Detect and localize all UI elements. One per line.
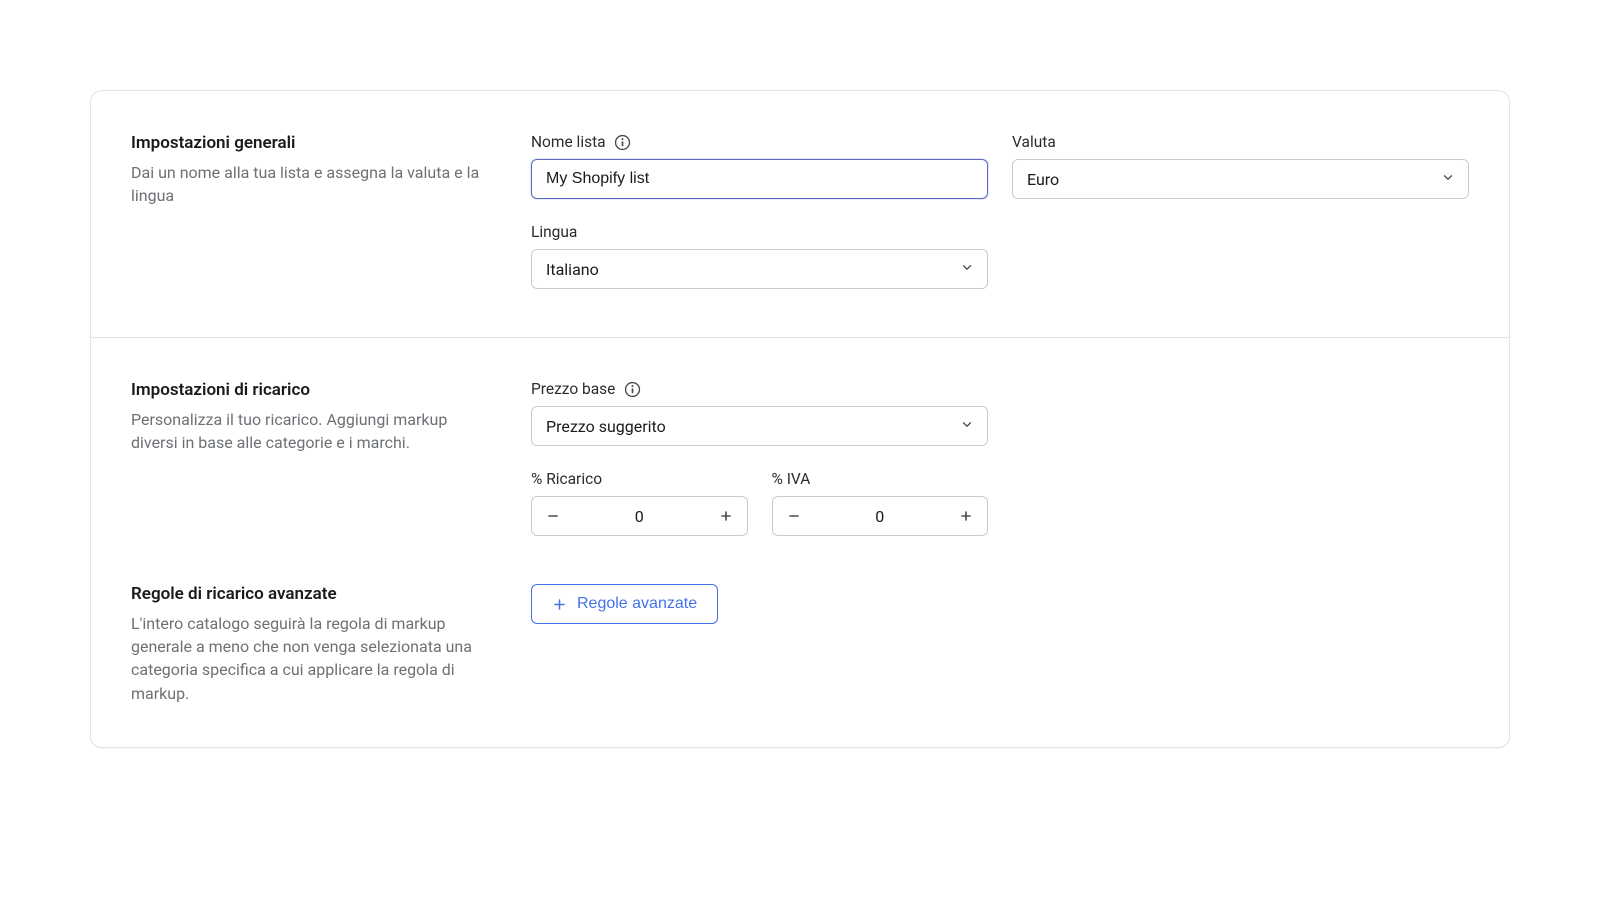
vat-percent-stepper: 0 bbox=[772, 496, 989, 536]
list-name-input[interactable] bbox=[531, 159, 988, 199]
info-icon[interactable] bbox=[614, 133, 632, 151]
info-icon[interactable] bbox=[623, 380, 641, 398]
vat-decrement-button[interactable] bbox=[773, 497, 815, 535]
markup-percent-field: % Ricarico 0 bbox=[531, 470, 748, 536]
base-price-label: Prezzo base bbox=[531, 380, 615, 398]
advanced-rules-section: Regole di ricarico avanzate L'intero cat… bbox=[91, 584, 1509, 747]
general-title: Impostazioni generali bbox=[131, 133, 491, 153]
advanced-title: Regole di ricarico avanzate bbox=[131, 584, 491, 604]
markup-percent-label: % Ricarico bbox=[531, 470, 602, 488]
advanced-rules-button[interactable]: Regole avanzate bbox=[531, 584, 718, 624]
currency-select[interactable]: Euro bbox=[1012, 159, 1469, 199]
language-label: Lingua bbox=[531, 223, 577, 241]
vat-percent-label: % IVA bbox=[772, 470, 811, 488]
language-value: Italiano bbox=[546, 260, 599, 279]
language-field: Lingua Italiano bbox=[531, 223, 988, 289]
markup-description: Personalizza il tuo ricarico. Aggiungi m… bbox=[131, 408, 491, 454]
advanced-description: L'intero catalogo seguirà la regola di m… bbox=[131, 612, 491, 705]
settings-card: Impostazioni generali Dai un nome alla t… bbox=[90, 90, 1510, 748]
vat-percent-value: 0 bbox=[815, 507, 946, 526]
markup-percent-value: 0 bbox=[574, 507, 705, 526]
advanced-section-header: Regole di ricarico avanzate L'intero cat… bbox=[131, 584, 531, 705]
base-price-select[interactable]: Prezzo suggerito bbox=[531, 406, 988, 446]
currency-label: Valuta bbox=[1012, 133, 1056, 151]
vat-percent-field: % IVA 0 bbox=[772, 470, 989, 536]
plus-icon bbox=[552, 597, 567, 612]
list-name-field: Nome lista bbox=[531, 133, 988, 199]
advanced-rules-label: Regole avanzate bbox=[577, 595, 697, 613]
general-settings-section: Impostazioni generali Dai un nome alla t… bbox=[91, 91, 1509, 337]
list-name-label: Nome lista bbox=[531, 133, 606, 151]
base-price-value: Prezzo suggerito bbox=[546, 417, 666, 436]
markup-section-header: Impostazioni di ricarico Personalizza il… bbox=[131, 380, 531, 536]
base-price-field: Prezzo base Prezzo suggerito bbox=[531, 380, 988, 446]
currency-field: Valuta Euro bbox=[1012, 133, 1469, 199]
markup-increment-button[interactable] bbox=[705, 497, 747, 535]
markup-decrement-button[interactable] bbox=[532, 497, 574, 535]
vat-increment-button[interactable] bbox=[945, 497, 987, 535]
general-description: Dai un nome alla tua lista e assegna la … bbox=[131, 161, 491, 207]
currency-value: Euro bbox=[1027, 170, 1059, 189]
language-select[interactable]: Italiano bbox=[531, 249, 988, 289]
markup-settings-section: Impostazioni di ricarico Personalizza il… bbox=[91, 337, 1509, 584]
general-section-header: Impostazioni generali Dai un nome alla t… bbox=[131, 133, 531, 289]
markup-title: Impostazioni di ricarico bbox=[131, 380, 491, 400]
markup-percent-stepper: 0 bbox=[531, 496, 748, 536]
